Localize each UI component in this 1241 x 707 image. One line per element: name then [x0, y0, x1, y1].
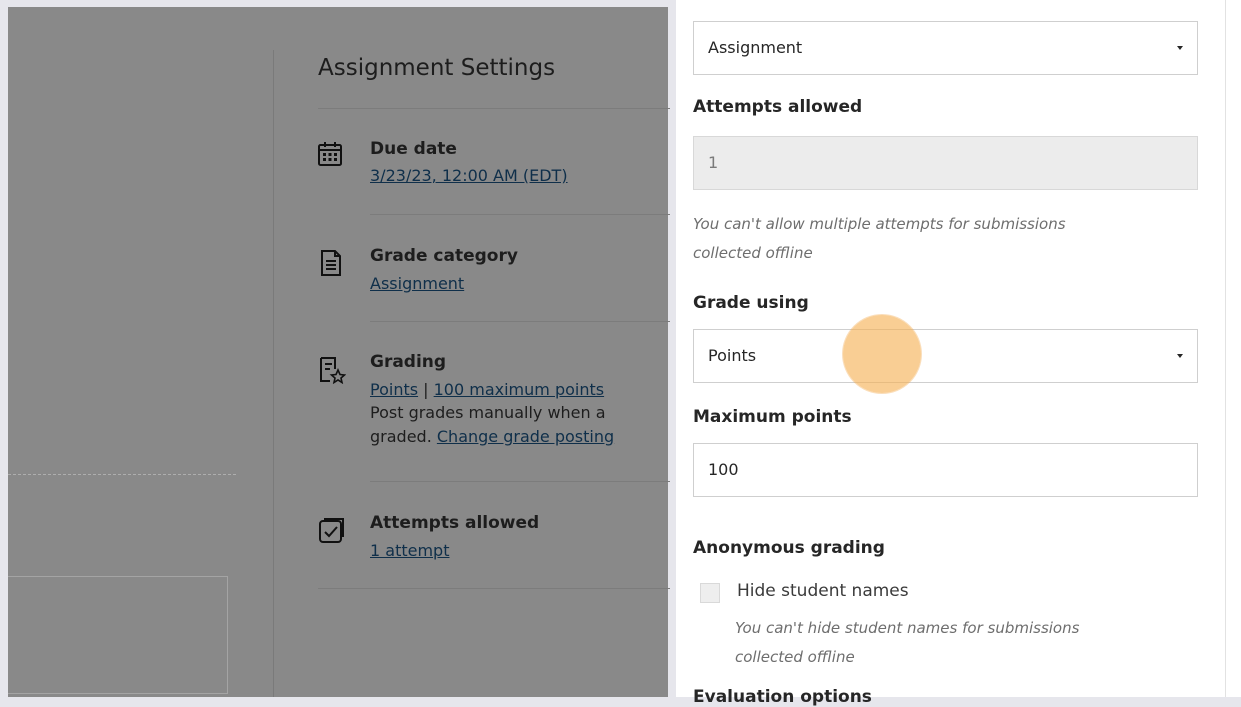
grading-description: Post grades manually when a — [370, 403, 606, 422]
grade-using-select[interactable]: Points — [693, 329, 1198, 383]
checkbox-icon — [318, 516, 344, 543]
click-highlight — [843, 315, 921, 393]
max-points-link[interactable]: 100 maximum points — [434, 380, 604, 399]
chevron-down-icon — [1177, 354, 1183, 358]
settings-title: Assignment Settings — [318, 55, 556, 81]
dashed-divider — [8, 474, 236, 475]
attempts-link[interactable]: 1 attempt — [370, 541, 449, 560]
attempts-hint-line-1: You can't allow multiple attempts for su… — [693, 215, 1066, 233]
divider — [318, 108, 670, 109]
hide-student-names-label: Hide student names — [737, 581, 909, 601]
chevron-down-icon — [1177, 46, 1183, 50]
divider — [370, 481, 670, 482]
maximum-points-input[interactable]: 100 — [693, 443, 1198, 497]
due-date-label: Due date — [370, 139, 457, 159]
divider — [318, 588, 670, 589]
grading-points-line: Points | 100 maximum points — [370, 380, 650, 399]
attempts-label: Attempts allowed — [370, 513, 540, 533]
grade-category-link[interactable]: Assignment — [370, 274, 464, 293]
hide-student-names-checkbox[interactable] — [700, 583, 720, 603]
grading-description-prefix: graded. — [370, 427, 437, 446]
grading-description-2: graded. Change grade posting — [370, 427, 650, 446]
calendar-icon — [317, 141, 343, 167]
grade-category-select[interactable]: Assignment — [693, 21, 1198, 75]
grade-using-value: Points — [708, 346, 757, 365]
separator: | — [418, 380, 434, 399]
change-grade-posting-link[interactable]: Change grade posting — [437, 427, 614, 446]
document-icon — [318, 249, 344, 276]
attempts-allowed-value: 1 — [708, 153, 719, 172]
attempts-hint: You can't allow multiple attempts for su… — [693, 210, 1066, 268]
column-divider — [273, 50, 274, 697]
hide-hint-line-1: You can't hide student names for submiss… — [735, 619, 1080, 637]
maximum-points-label: Maximum points — [693, 407, 852, 427]
anonymous-grading-label: Anonymous grading — [693, 538, 885, 558]
due-date-link[interactable]: 3/23/23, 12:00 AM (EDT) — [370, 166, 568, 185]
grade-category-label: Grade category — [370, 246, 518, 266]
attempts-allowed-input[interactable]: 1 — [693, 136, 1198, 190]
attempts-allowed-label: Attempts allowed — [693, 97, 863, 117]
grade-using-label: Grade using — [693, 293, 809, 313]
divider — [370, 321, 670, 322]
panel-scrollbar[interactable] — [1225, 0, 1226, 697]
grading-label: Grading — [370, 352, 447, 372]
attempts-hint-line-2: collected offline — [693, 244, 813, 262]
maximum-points-value: 100 — [708, 460, 739, 479]
hide-names-hint: You can't hide student names for submiss… — [735, 614, 1079, 672]
evaluation-options-label: Evaluation options — [693, 687, 872, 707]
grade-category-select-value: Assignment — [708, 38, 803, 57]
content-box — [8, 576, 228, 694]
grading-star-icon — [318, 356, 347, 385]
divider — [370, 214, 670, 215]
points-link[interactable]: Points — [370, 380, 418, 399]
hide-hint-line-2: collected offline — [735, 648, 855, 666]
